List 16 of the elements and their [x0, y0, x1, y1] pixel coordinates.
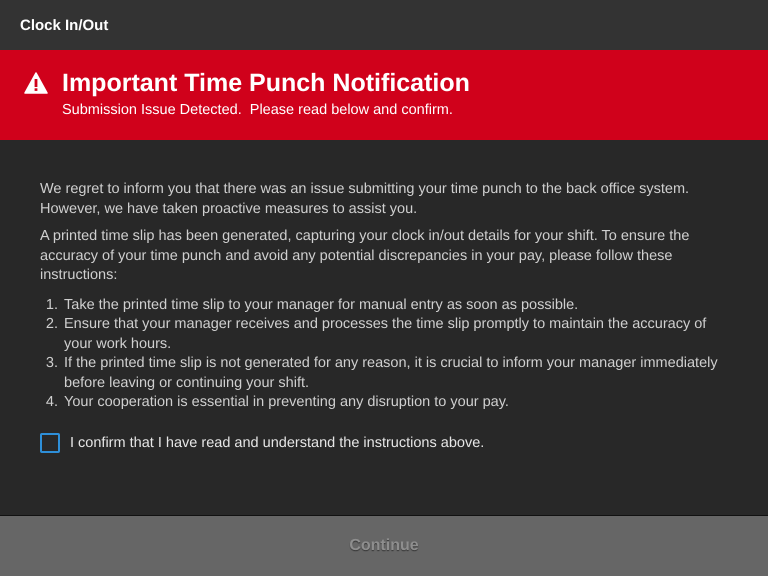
list-number: 1.	[44, 296, 58, 314]
warning-icon	[24, 72, 48, 94]
confirm-label: I confirm that I have read and understand the instructions above.	[70, 434, 484, 450]
window-title: Clock In/Out	[20, 16, 108, 34]
instruction-text: If the printed time slip is not generated for any reason, it is crucial to inform your manager immediately before leaving or continuing your shift.	[64, 354, 719, 392]
message-paragraph: A printed time slip has been generated, capturing your clock in/out details for your shift. To ensure the accuracy of your time punch and avoid any potential discrepancies in your pay, please follow these instructions:	[40, 227, 690, 285]
banner-title: Important Time Punch Notification	[62, 68, 470, 98]
message-paragraph: We regret to inform you that there was an issue submitting your time punch to the back office system. However, we have taken proactive measures to assist you.	[40, 180, 690, 218]
confirm-checkbox[interactable]	[40, 432, 60, 452]
banner-subtitle: Submission Issue Detected. Please read below and confirm.	[62, 102, 454, 118]
list-number: 3.	[44, 354, 58, 373]
instruction-text: Take the printed time slip to your manager for manual entry as soon as possible.	[64, 296, 578, 314]
instruction-text: Your cooperation is essential in preventing any disruption to your pay.	[64, 393, 509, 412]
list-number: 2.	[44, 315, 58, 334]
instruction-text: Ensure that your manager receives and processes the time slip promptly to maintain the accuracy of your work hours.	[64, 315, 708, 354]
list-number: 4.	[44, 393, 58, 412]
